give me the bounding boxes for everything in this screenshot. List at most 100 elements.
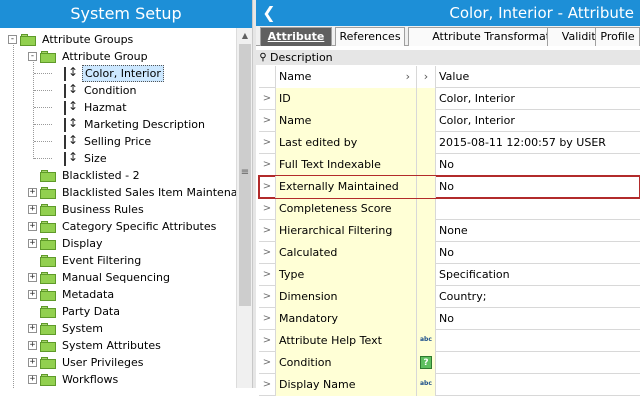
attribute-row[interactable]: > Mandatory No	[259, 308, 640, 330]
tree-item[interactable]: + User Privileges	[28, 354, 145, 371]
tree-item-label: Category Specific Attributes	[62, 220, 217, 233]
expand-icon[interactable]: +	[28, 290, 37, 299]
attribute-value[interactable]	[436, 374, 640, 396]
expand-icon[interactable]: +	[28, 239, 37, 248]
tree-item[interactable]: Party Data	[28, 303, 122, 320]
tree-item[interactable]: + Metadata	[28, 286, 116, 303]
help-icon[interactable]: ?	[420, 356, 432, 369]
attribute-value[interactable]	[436, 198, 640, 220]
attribute-icon	[64, 65, 78, 81]
attribute-value[interactable]: Country;	[436, 286, 640, 308]
tree-item[interactable]: Selling Price	[52, 133, 153, 150]
tab-profile[interactable]: Profile	[595, 27, 640, 46]
row-expand-arrow-icon[interactable]: >	[259, 132, 276, 154]
row-expand-arrow-icon[interactable]: >	[259, 154, 276, 176]
attribute-value[interactable]: Color, Interior	[436, 88, 640, 110]
attribute-value[interactable]: No	[436, 308, 640, 330]
tree-item[interactable]: Color, Interior	[52, 65, 164, 82]
pin-icon[interactable]: ⚲	[256, 52, 270, 63]
attribute-value[interactable]	[436, 352, 640, 374]
row-expand-arrow-icon[interactable]: >	[259, 352, 276, 374]
attribute-value[interactable]: Color, Interior	[436, 110, 640, 132]
row-expand-arrow-icon[interactable]: >	[259, 308, 276, 330]
tree-item[interactable]: - Attribute Groups	[8, 31, 135, 48]
expand-icon[interactable]: +	[28, 188, 37, 197]
tree-item[interactable]: + Blacklisted Sales Item Maintenance	[28, 184, 236, 201]
row-indicator: abc	[417, 330, 436, 352]
section-header[interactable]: ⚲ Description	[256, 50, 640, 65]
tree-item[interactable]: Blacklisted - 2	[28, 167, 142, 184]
tree-item[interactable]: Event Filtering	[28, 252, 143, 269]
attribute-row[interactable]: > ID Color, Interior	[259, 88, 640, 110]
expand-icon[interactable]: +	[28, 375, 37, 384]
tree-item[interactable]: + Business Rules	[28, 201, 146, 218]
attribute-name: Mandatory	[276, 308, 417, 330]
editor-title: Color, Interior - Attribute	[449, 4, 634, 22]
attribute-row[interactable]: > Name Color, Interior	[259, 110, 640, 132]
column-header-name[interactable]: Name ›	[276, 66, 417, 88]
attribute-row[interactable]: > Last edited by 2015-08-11 12:00:57 by US…	[259, 132, 640, 154]
tree-scrollbar[interactable]: ▲ ≡	[236, 28, 252, 388]
attribute-value[interactable]: None	[436, 220, 640, 242]
expand-icon[interactable]: +	[28, 341, 37, 350]
row-indicator	[417, 264, 436, 286]
collapse-icon[interactable]: -	[8, 35, 17, 44]
tree-item[interactable]: + System	[28, 320, 105, 337]
tree-item[interactable]: + System Attributes	[28, 337, 163, 354]
attribute-row[interactable]: > Calculated No	[259, 242, 640, 264]
row-expand-arrow-icon[interactable]: >	[259, 110, 276, 132]
attribute-name: Dimension Dependencies	[276, 286, 417, 325]
tab-attribute[interactable]: Attribute	[260, 27, 332, 46]
tree-item[interactable]: - Attribute Group	[28, 48, 150, 65]
attribute-row[interactable]: > Hierarchical Filtering None	[259, 220, 640, 242]
tree-item[interactable]: Condition	[52, 82, 139, 99]
row-expand-arrow-icon[interactable]: >	[259, 176, 276, 198]
attribute-value[interactable]: 2015-08-11 12:00:57 by USER	[436, 132, 640, 154]
expand-icon[interactable]: +	[28, 205, 37, 214]
row-expand-arrow-icon[interactable]: >	[259, 220, 276, 242]
attribute-row[interactable]: > Externally Maintained No	[258, 175, 640, 199]
row-expand-arrow-icon[interactable]: >	[259, 198, 276, 220]
attribute-value[interactable]	[436, 330, 640, 352]
tree-item[interactable]: Marketing Description	[52, 116, 207, 133]
scroll-up-arrow-icon[interactable]: ▲	[237, 28, 253, 44]
tree-item[interactable]: + Category Specific Attributes	[28, 218, 218, 235]
row-expand-arrow-icon[interactable]: >	[259, 264, 276, 286]
back-chevron-icon[interactable]: ❮	[260, 3, 278, 23]
expand-icon[interactable]: +	[28, 222, 37, 231]
expand-icon[interactable]: +	[28, 358, 37, 367]
row-expand-arrow-icon[interactable]: >	[259, 374, 276, 396]
row-expand-arrow-icon[interactable]: >	[259, 242, 276, 264]
tree-item[interactable]: + Manual Sequencing	[28, 269, 172, 286]
row-indicator: ?	[417, 352, 436, 374]
scroll-thumb[interactable]: ≡	[239, 44, 251, 306]
attribute-row[interactable]: > Condition?	[259, 352, 640, 374]
attribute-value[interactable]: Specification	[436, 264, 640, 286]
row-expand-arrow-icon[interactable]: >	[259, 88, 276, 110]
attribute-value[interactable]: No	[436, 242, 640, 264]
folder-icon	[40, 271, 56, 284]
attribute-row[interactable]: >Dimension Dependencies Country;	[259, 286, 640, 325]
attribute-row[interactable]: > Completeness Score	[259, 198, 640, 220]
tree-item[interactable]: + Display	[28, 235, 105, 252]
tree-item[interactable]: + Workflows	[28, 371, 120, 388]
attribute-row[interactable]: > Full Text Indexable No	[259, 154, 640, 176]
attribute-row[interactable]: > Display Name abc	[259, 374, 640, 396]
text-field-icon[interactable]: abc	[420, 336, 432, 343]
row-expand-arrow-icon[interactable]: >	[259, 286, 276, 308]
column-header-indicator[interactable]: ›	[417, 66, 436, 88]
expand-icon[interactable]: +	[28, 324, 37, 333]
tree-item[interactable]: Size	[52, 150, 109, 167]
text-field-icon[interactable]: abc	[420, 380, 432, 387]
chevron-right-icon[interactable]: ›	[406, 66, 410, 88]
tree-item[interactable]: Hazmat	[52, 99, 129, 116]
attribute-value[interactable]: No	[436, 154, 640, 176]
attribute-value[interactable]: No	[436, 176, 640, 198]
column-header-value[interactable]: Value	[436, 66, 640, 88]
attribute-row[interactable]: > Attribute Help Text abc	[259, 330, 640, 352]
expand-icon[interactable]: +	[28, 273, 37, 282]
collapse-icon[interactable]: -	[28, 52, 37, 61]
attribute-row[interactable]: > Type Specification	[259, 264, 640, 286]
tab-references[interactable]: References	[335, 27, 405, 46]
row-expand-arrow-icon[interactable]: >	[259, 330, 276, 352]
